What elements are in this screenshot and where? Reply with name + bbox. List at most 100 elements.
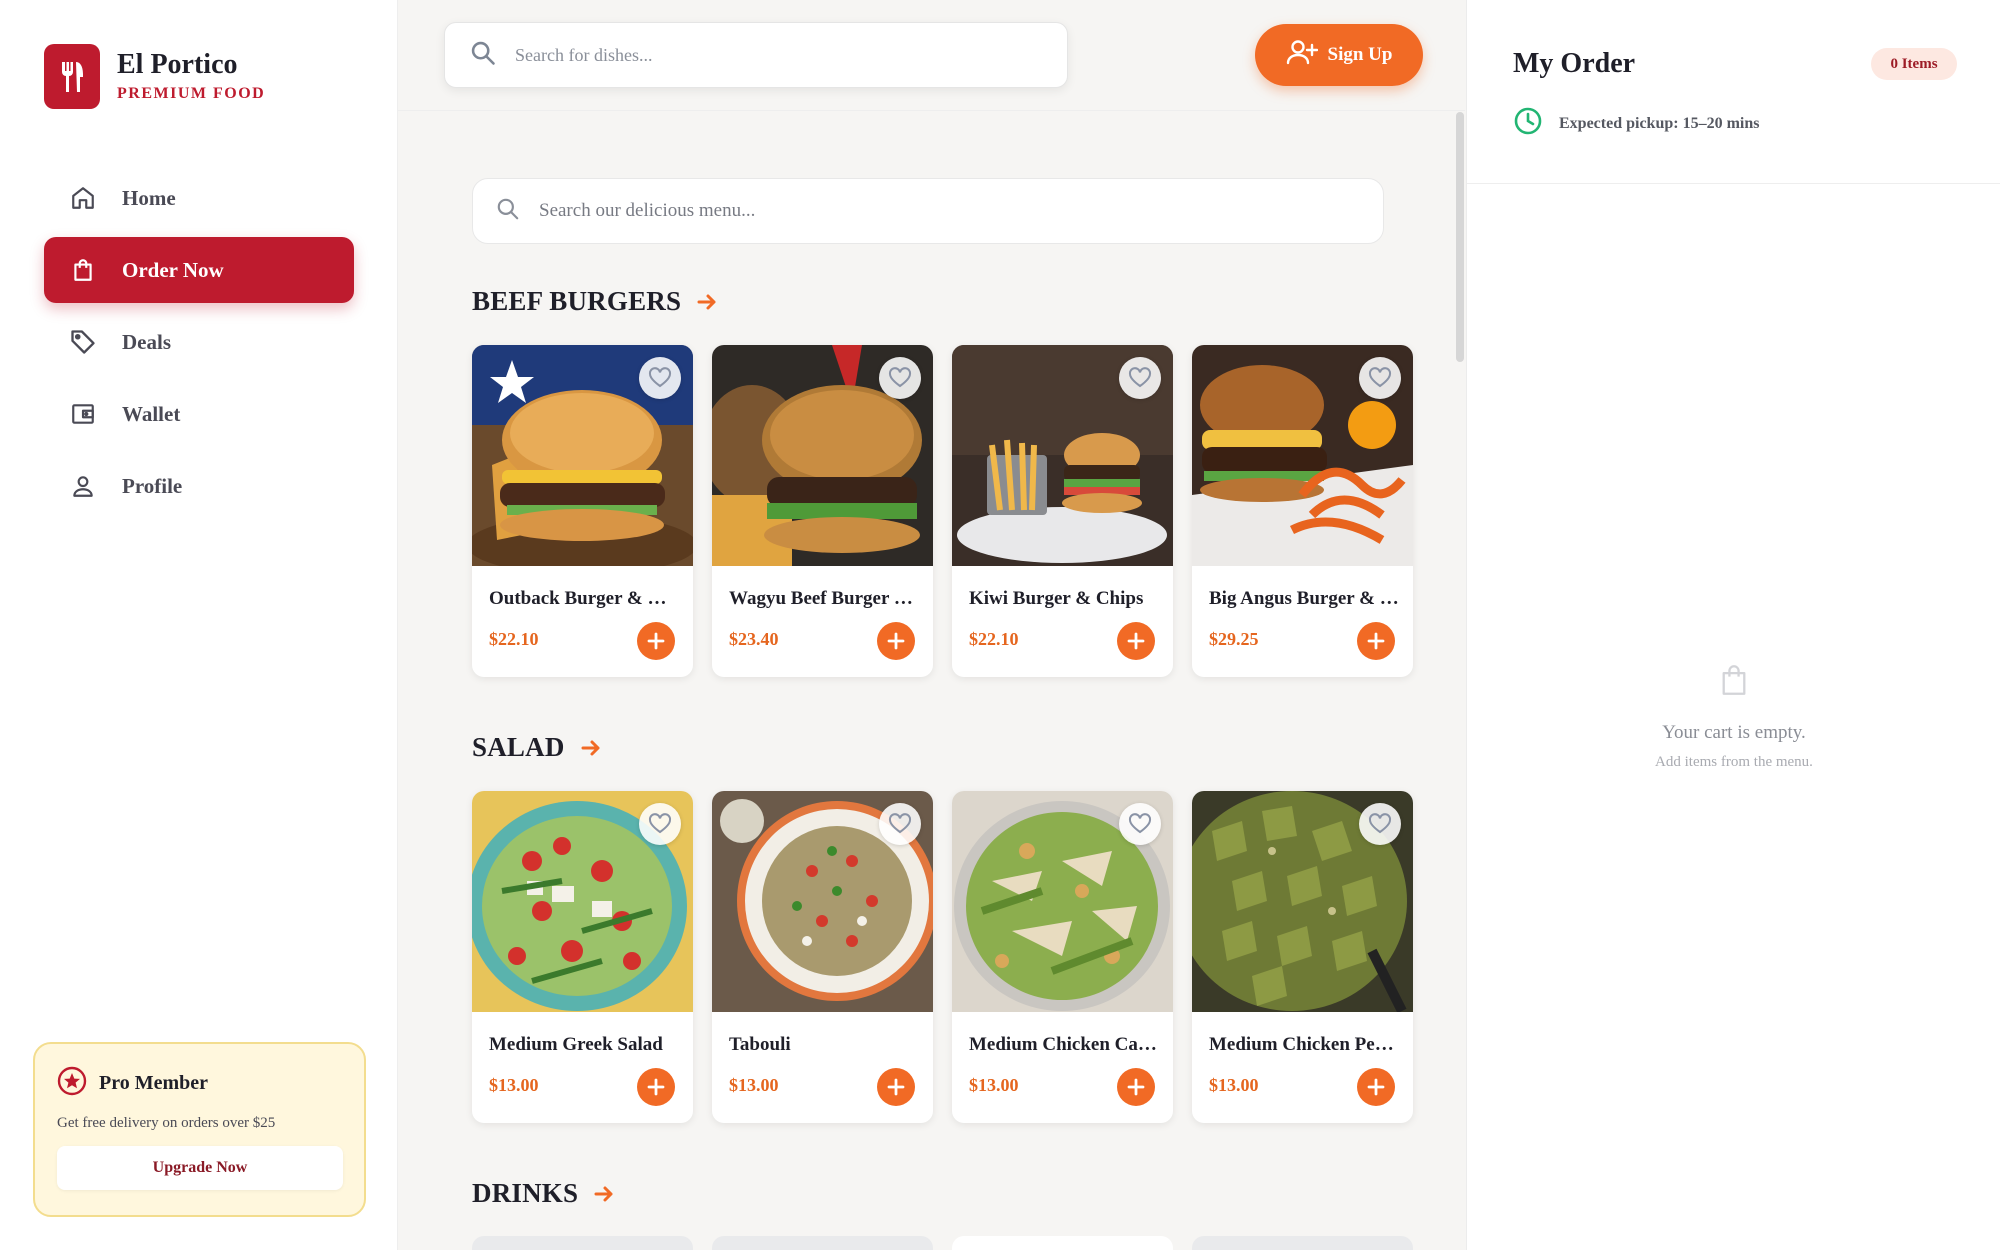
plus-icon [887,632,905,650]
sign-up-label: Sign Up [1327,44,1393,65]
nav-item-home[interactable]: Home [44,165,354,231]
item-name: Medium Greek Salad [489,1034,663,1055]
heart-icon[interactable] [1119,803,1161,845]
sign-up-button[interactable]: Sign Up [1255,24,1423,86]
section-title-text: SALAD [472,732,565,762]
menu-item-card[interactable]: Kiwi Burger & Chips $22.10 [952,345,1173,677]
home-icon [68,183,98,213]
order-title: My Order [1513,48,1636,79]
add-to-cart-button[interactable] [1117,1068,1155,1106]
plus-icon [1127,1078,1145,1096]
menu-item-card[interactable] [1192,1236,1413,1250]
item-price: $13.00 [969,1075,1019,1095]
item-name: Wagyu Beef Burger & Chips [729,588,919,609]
add-to-cart-button[interactable] [637,622,675,660]
add-to-cart-button[interactable] [1357,1068,1395,1106]
heart-icon[interactable] [1359,803,1401,845]
scrollbar-thumb[interactable] [1456,112,1464,362]
plus-icon [1367,632,1385,650]
arrow-right-icon [592,1182,616,1206]
search-placeholder: Search for dishes... [515,44,653,65]
search-icon [495,196,521,227]
section-title-salad[interactable]: SALAD [472,732,603,763]
fork-knife-icon [44,44,100,109]
add-to-cart-button[interactable] [1357,622,1395,660]
food-image [712,345,933,566]
tag-icon [68,327,98,357]
wallet-icon [68,399,98,429]
item-name: Medium Chicken Caesar Salad [969,1034,1159,1055]
menu-item-card[interactable]: Outback Burger & Chips $22.10 [472,345,693,677]
nav-label: Home [122,185,176,210]
menu-item-card[interactable] [952,1236,1173,1250]
pro-title: Pro Member [99,1072,209,1094]
food-image [472,345,693,566]
heart-icon[interactable] [879,357,921,399]
main-nav: Home Order Now Deals Wallet Profile [44,165,354,525]
brand-name: El Portico [117,49,238,81]
item-price: $13.00 [489,1075,539,1095]
menu-item-card[interactable] [472,1236,693,1250]
item-price: $13.00 [1209,1075,1259,1095]
food-image [952,791,1173,1012]
menu-item-card[interactable]: Medium Chicken Pesto Pasta $13.00 [1192,791,1413,1123]
dish-search-input[interactable]: Search for dishes... [444,22,1068,88]
item-name: Medium Chicken Pesto Pasta [1209,1034,1399,1055]
section-title-beef-burgers[interactable]: BEEF BURGERS [472,286,719,317]
user-icon [68,471,98,501]
menu-item-card[interactable] [712,1236,933,1250]
arrow-right-icon [579,736,603,760]
nav-label: Profile [122,473,183,498]
nav-item-deals[interactable]: Deals [44,309,354,375]
menu-search-input[interactable]: Search our delicious menu... [472,178,1384,244]
item-name: Outback Burger & Chips [489,588,679,609]
star-badge-icon [57,1066,87,1101]
pickup-text: Expected pickup: 15–20 mins [1559,114,1760,132]
salad-list: Medium Greek Salad $13.00 Tabouli $13.00… [472,791,1413,1123]
plus-icon [647,632,665,650]
menu-item-card[interactable]: Tabouli $13.00 [712,791,933,1123]
section-title-text: BEEF BURGERS [472,286,682,316]
food-image [1192,791,1413,1012]
nav-label: Wallet [122,401,181,426]
drinks-list [472,1236,1413,1250]
menu-item-card[interactable]: Medium Greek Salad $13.00 [472,791,693,1123]
add-to-cart-button[interactable] [877,1068,915,1106]
order-divider [1467,183,2000,184]
empty-cart-title: Your cart is empty. [1662,722,1806,743]
plus-icon [1127,632,1145,650]
add-to-cart-button[interactable] [877,622,915,660]
heart-icon[interactable] [639,357,681,399]
item-name: Tabouli [729,1034,791,1055]
nav-item-order-now[interactable]: Order Now [44,237,354,303]
plus-icon [1367,1078,1385,1096]
heart-icon[interactable] [1119,357,1161,399]
menu-item-card[interactable]: Medium Chicken Caesar Salad $13.00 [952,791,1173,1123]
shopping-bag-icon [68,255,98,285]
nav-item-wallet[interactable]: Wallet [44,381,354,447]
heart-icon[interactable] [1359,357,1401,399]
food-image [712,791,933,1012]
heart-icon[interactable] [879,803,921,845]
header-divider [398,110,1465,111]
add-to-cart-button[interactable] [637,1068,675,1106]
arrow-right-icon [695,290,719,314]
brand[interactable]: El Portico PREMIUM FOOD [44,44,265,109]
heart-icon[interactable] [639,803,681,845]
nav-item-profile[interactable]: Profile [44,453,354,519]
item-price: $13.00 [729,1075,779,1095]
item-price: $22.10 [489,629,539,649]
section-title-drinks[interactable]: DRINKS [472,1178,616,1209]
item-price: $29.25 [1209,629,1259,649]
item-price: $22.10 [969,629,1019,649]
brand-subtitle: PREMIUM FOOD [117,84,266,102]
empty-cart-state: Your cart is empty. Add items from the m… [1467,664,2000,771]
upgrade-now-button[interactable]: Upgrade Now [57,1146,343,1190]
add-to-cart-button[interactable] [1117,622,1155,660]
menu-item-card[interactable]: Big Angus Burger & Chips $29.25 [1192,345,1413,677]
menu-item-card[interactable]: Wagyu Beef Burger & Chips $23.40 [712,345,933,677]
item-name: Kiwi Burger & Chips [969,588,1144,609]
section-title-text: DRINKS [472,1178,579,1208]
shopping-bag-icon [1467,664,2000,696]
pro-description: Get free delivery on orders over $25 [57,1115,276,1131]
